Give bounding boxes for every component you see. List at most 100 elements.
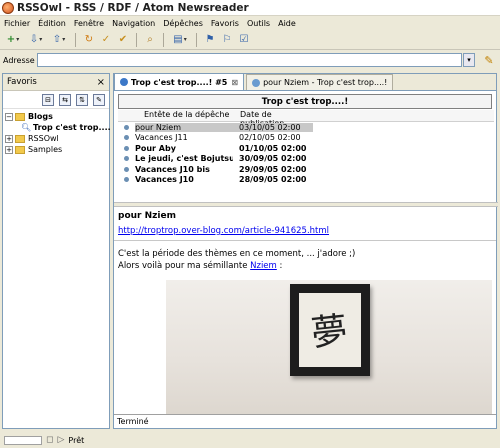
toolbar-separator xyxy=(163,32,164,47)
menu-navigation[interactable]: Navigation xyxy=(112,19,155,28)
menu-outils[interactable]: Outils xyxy=(247,19,270,28)
article-view: pour Nziem http://troptrop.over-blog.com… xyxy=(114,208,496,414)
menu-aide[interactable]: Aide xyxy=(278,19,296,28)
table-row[interactable]: Pour Aby 01/10/05 02:00 xyxy=(118,143,494,154)
status-dot-icon xyxy=(124,135,129,141)
status-text: Prêt xyxy=(68,435,85,445)
nziem-link[interactable]: Nziem xyxy=(250,261,277,271)
row-date: 29/09/05 02:00 xyxy=(239,164,307,174)
checkbox-icon[interactable]: ☑ xyxy=(237,33,251,47)
folder-icon xyxy=(15,145,25,154)
tree-item-label: Trop c'est trop.... xyxy=(33,123,111,132)
menu-bar: Fichier Édition Fenêtre Navigation Dépêc… xyxy=(0,16,500,30)
layout-icon[interactable]: ▤ ▾ xyxy=(170,33,190,47)
tab-label: pour Nziem - Trop c'est trop....! xyxy=(263,78,388,87)
expand-icon[interactable]: + xyxy=(5,134,13,143)
article-text-line2: Alors voilà pour ma sémillante Nziem : xyxy=(118,261,492,271)
row-title: Vacances J10 bis xyxy=(135,164,210,174)
table-row[interactable]: pour Nziem 03/10/05 02:00 xyxy=(118,122,494,133)
favorites-header: Favoris × xyxy=(3,74,109,91)
tab-label: Trop c'est trop....! #5 xyxy=(131,77,228,87)
title-bar: RSSOwl - RSS / RDF / Atom Newsreader xyxy=(0,0,500,16)
mark-all-icon[interactable]: ✔ xyxy=(116,33,130,47)
tree-item-label: RSSOwl xyxy=(28,134,59,143)
tree-item-blogs[interactable]: − Blogs xyxy=(5,111,107,122)
feed-title: Trop c'est trop....! xyxy=(118,94,492,109)
favorites-panel: Favoris × ⊟ ⇆ ⇅ ✎ − Blogs 🔍︎ Trop c'est … xyxy=(2,73,111,429)
row-date: 02/10/05 02:00 xyxy=(239,133,301,143)
globe-icon xyxy=(252,78,261,87)
folder-icon xyxy=(15,112,25,121)
toolbar-separator xyxy=(196,32,197,47)
collapse-icon[interactable]: − xyxy=(5,112,13,121)
link-icon[interactable]: ⇆ xyxy=(59,93,71,106)
rssowl-logo-icon xyxy=(2,1,14,14)
row-date: 30/09/05 02:00 xyxy=(239,154,307,164)
mark-read-icon[interactable]: ✓ xyxy=(99,33,113,47)
stop-icon[interactable]: ◻ xyxy=(46,435,53,445)
menu-favoris[interactable]: Favoris xyxy=(211,19,239,28)
column-header-title[interactable]: Entête de la dépêche xyxy=(118,110,234,121)
new-icon[interactable]: + ▾ xyxy=(3,33,23,47)
menu-fenetre[interactable]: Fenêtre xyxy=(74,19,104,28)
toolbar-separator xyxy=(136,32,137,47)
article-text-prefix: Alors voilà pour ma sémillante xyxy=(118,261,248,271)
progress-bar xyxy=(4,435,42,445)
row-title: Le jeudi, c'est Bojutsu xyxy=(135,154,233,164)
table-row[interactable]: Vacances J10 28/09/05 02:00 xyxy=(118,175,494,186)
article-link[interactable]: http://troptrop.over-blog.com/article-94… xyxy=(118,226,492,236)
menu-fichier[interactable]: Fichier xyxy=(4,19,30,28)
window-title: RSSOwl - RSS / RDF / Atom Newsreader xyxy=(17,1,249,14)
table-row[interactable]: Vacances J11 02/10/05 02:00 xyxy=(118,133,494,144)
collapse-all-icon[interactable]: ⊟ xyxy=(42,93,54,106)
sort-icon[interactable]: ⇅ xyxy=(76,93,88,106)
close-icon[interactable]: × xyxy=(97,77,105,88)
table-row[interactable]: Vacances J10 bis 29/09/05 02:00 xyxy=(118,164,494,175)
menu-depeches[interactable]: Dépêches xyxy=(163,19,203,28)
status-dot-icon xyxy=(124,156,129,162)
row-title: Vacances J10 xyxy=(135,175,194,185)
column-header-date[interactable]: Date de publication xyxy=(234,110,314,128)
go-icon[interactable]: ✎ xyxy=(481,53,497,67)
folder-icon xyxy=(15,134,25,143)
chevron-down-icon[interactable]: ▾ xyxy=(463,53,476,67)
status-dot-icon xyxy=(124,124,129,130)
news-table: Entête de la dépêche Date de publication… xyxy=(118,110,494,202)
favorites-tools: ⊟ ⇆ ⇅ ✎ xyxy=(3,91,109,109)
tree-item-trop[interactable]: 🔍︎ Trop c'est trop.... xyxy=(5,122,111,133)
picture-mat: 夢 xyxy=(299,293,361,367)
splitter[interactable] xyxy=(114,202,498,207)
table-row[interactable]: Le jeudi, c'est Bojutsu 30/09/05 02:00 xyxy=(118,154,494,165)
expand-icon[interactable]: + xyxy=(5,145,13,154)
close-icon[interactable]: ⊠ xyxy=(231,78,238,87)
tree-item-rssowl[interactable]: + RSSOwl xyxy=(5,133,107,144)
row-date: 01/10/05 02:00 xyxy=(239,143,307,153)
menu-edition[interactable]: Édition xyxy=(38,19,66,28)
feed-icon xyxy=(120,78,128,86)
address-bar: Adresse ▾ ✎ xyxy=(0,51,500,69)
tree-item-samples[interactable]: + Samples xyxy=(5,144,107,155)
search-icon[interactable]: ⌕ xyxy=(143,33,157,47)
status-bar: ◻ ▷ Prêt xyxy=(0,432,500,448)
tab-article[interactable]: pour Nziem - Trop c'est trop....! xyxy=(246,74,394,90)
article-text-line1: C'est la période des thèmes en ce moment… xyxy=(118,249,356,259)
reload-icon[interactable]: ↻ xyxy=(82,33,96,47)
favorite-add-icon[interactable]: ⚑ xyxy=(203,33,217,47)
favorite-add2-icon[interactable]: ⚐ xyxy=(220,33,234,47)
status-dot-icon xyxy=(124,177,129,183)
export-icon[interactable]: ⇧ ▾ xyxy=(49,33,69,47)
import-icon[interactable]: ⇩ ▾ xyxy=(26,33,46,47)
favorites-tree: − Blogs 🔍︎ Trop c'est trop.... + RSSOwl … xyxy=(3,109,111,157)
table-header: Entête de la dépêche Date de publication xyxy=(118,110,494,128)
play-icon[interactable]: ▷ xyxy=(57,435,64,445)
address-input[interactable] xyxy=(36,53,463,67)
row-title: Vacances J11 xyxy=(135,133,188,143)
picture-frame: 夢 xyxy=(290,284,370,376)
row-title: Pour Aby xyxy=(135,143,176,153)
status-dot-icon xyxy=(124,145,129,151)
toolbar: + ▾ ⇩ ▾ ⇧ ▾ ↻ ✓ ✔ ⌕ ▤ ▾ ⚑ ⚐ ☑ xyxy=(0,30,500,50)
edit-icon[interactable]: ✎ xyxy=(93,93,105,106)
tab-feed[interactable]: Trop c'est trop....! #5 ⊠ xyxy=(114,73,245,90)
favorites-title: Favoris xyxy=(7,77,37,87)
tab-bar: Trop c'est trop....! #5 ⊠ pour Nziem - T… xyxy=(114,73,496,91)
